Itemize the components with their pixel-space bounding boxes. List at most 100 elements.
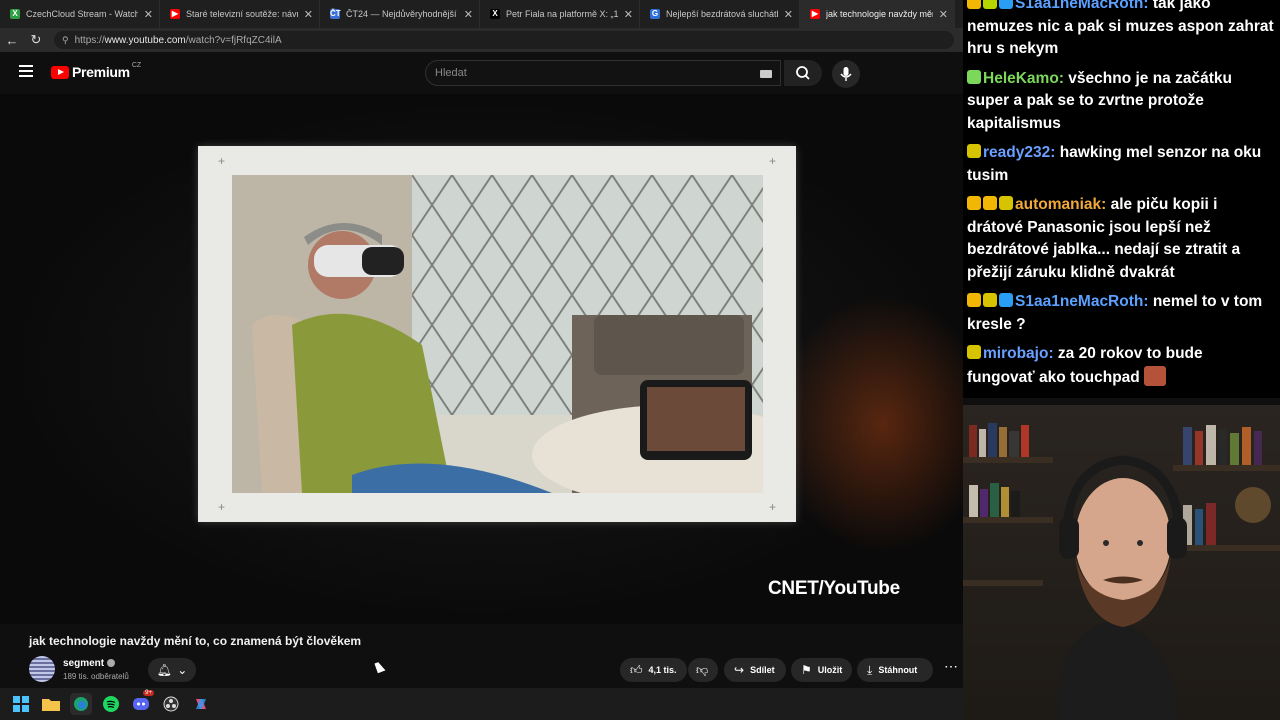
back-icon[interactable]: ← bbox=[0, 33, 24, 48]
chat-badge-icon bbox=[967, 345, 981, 359]
browser-tab-strip: X CzechCloud Stream - Watch Live o ✕ ▶ Staré… bbox=[0, 0, 963, 28]
edge-browser-icon[interactable] bbox=[70, 693, 92, 715]
menu-icon[interactable] bbox=[19, 65, 33, 77]
file-explorer-icon[interactable] bbox=[40, 693, 62, 715]
chat-badge-icon bbox=[983, 293, 997, 307]
notifications-button[interactable]: 🔔︎ ⌄ bbox=[148, 658, 196, 682]
tab-title: Nejlepší bezdrátová sluchátka 202 bbox=[666, 9, 778, 19]
chat-username[interactable]: automaniak bbox=[1015, 196, 1101, 213]
youtube-logo[interactable]: Premium CZ bbox=[51, 61, 142, 80]
youtube-header: Premium CZ Hledat bbox=[0, 52, 963, 94]
country-code: CZ bbox=[131, 61, 142, 69]
tab-close-icon[interactable]: ✕ bbox=[784, 8, 793, 21]
discord-icon[interactable]: 9+ bbox=[130, 690, 154, 715]
tab-favicon-icon: X bbox=[490, 9, 500, 19]
chat-message: ready232: hawking mel senzor na oku tusi… bbox=[967, 142, 1274, 187]
chat-username[interactable]: HeleKamo bbox=[983, 70, 1059, 87]
chat-separator: : bbox=[1058, 69, 1069, 87]
frame-plus-mark: + bbox=[768, 154, 776, 168]
dislike-button[interactable]: 👎︎ bbox=[688, 658, 718, 682]
share-label: Sdílet bbox=[750, 665, 775, 675]
browser-tab[interactable]: ▶ Staré televizní soutěže: návrat do r ✕ bbox=[160, 0, 320, 28]
more-actions-icon[interactable]: ⋯ bbox=[940, 658, 962, 682]
tab-title: ČT24 — Nejdůvěryhodnější zpravo bbox=[346, 9, 458, 19]
chat-badge-icon bbox=[999, 0, 1013, 9]
bell-icon: 🔔︎ bbox=[156, 663, 172, 677]
url-prefix: https:// bbox=[74, 34, 105, 46]
bookmark-icon: ⚑ bbox=[801, 663, 812, 677]
chat-username[interactable]: ready232 bbox=[983, 144, 1050, 161]
chat-badges bbox=[967, 343, 983, 366]
frame-plus-mark: + bbox=[768, 500, 776, 514]
tab-title: CzechCloud Stream - Watch Live o bbox=[26, 9, 138, 19]
video-credit: CNET/YouTube bbox=[768, 578, 900, 599]
voice-search-button[interactable] bbox=[832, 60, 860, 88]
reload-icon[interactable]: ↻ bbox=[24, 32, 48, 48]
chat-message: HeleKamo: všechno je na začátku super a … bbox=[967, 68, 1274, 136]
search-button[interactable] bbox=[784, 60, 822, 86]
tab-close-icon[interactable]: ✕ bbox=[464, 8, 473, 21]
chat-badge-icon bbox=[967, 293, 981, 307]
url-path: /watch?v=fjRfqZC4ilA bbox=[185, 34, 282, 46]
share-icon: ↪ bbox=[734, 663, 745, 677]
chat-separator: : bbox=[1143, 293, 1153, 310]
obs-icon[interactable] bbox=[160, 693, 182, 715]
browser-tab[interactable]: X CzechCloud Stream - Watch Live o ✕ bbox=[0, 0, 160, 28]
chevron-down-icon: ⌄ bbox=[177, 663, 188, 677]
channel-avatar[interactable] bbox=[29, 656, 55, 682]
thumbs-down-icon: 👎︎ bbox=[696, 662, 709, 677]
site-info-icon[interactable]: ⚲ bbox=[62, 35, 69, 46]
stream-chat-panel: S1aa1neMacRoth: tak jako nemuzes nic a p… bbox=[963, 0, 1280, 398]
chat-separator: : bbox=[1101, 196, 1111, 213]
browser-tab[interactable]: ČT ČT24 — Nejdůvěryhodnější zpravo ✕ bbox=[320, 0, 480, 28]
tab-favicon-icon: ▶ bbox=[810, 9, 820, 19]
channel-name[interactable]: segment bbox=[63, 658, 116, 669]
tab-close-icon[interactable]: ✕ bbox=[304, 8, 313, 21]
chat-username[interactable]: S1aa1neMacRoth bbox=[1015, 293, 1143, 310]
chat-message: mirobajo: za 20 rokov to bude fungovať a… bbox=[967, 343, 1274, 389]
like-button[interactable]: 👍︎ 4,1 tis. bbox=[620, 658, 687, 682]
tab-close-icon[interactable]: ✕ bbox=[939, 8, 948, 21]
tab-close-icon[interactable]: ✕ bbox=[624, 8, 633, 21]
tab-favicon-icon: ▶ bbox=[170, 9, 180, 19]
chat-separator: : bbox=[1050, 144, 1060, 161]
chat-username[interactable]: mirobajo bbox=[983, 345, 1048, 362]
like-count: 4,1 tis. bbox=[648, 665, 677, 675]
frame-plus-mark: + bbox=[218, 154, 226, 168]
os-taskbar: 9+ bbox=[0, 688, 963, 720]
tab-favicon-icon: ČT bbox=[330, 9, 341, 19]
search-placeholder: Hledat bbox=[435, 67, 467, 79]
channel-name-text: segment bbox=[63, 658, 105, 669]
chat-badge-icon bbox=[967, 0, 981, 9]
spotify-icon[interactable] bbox=[100, 693, 122, 715]
chat-message: S1aa1neMacRoth: tak jako nemuzes nic a p… bbox=[967, 0, 1274, 61]
chat-badge-icon bbox=[967, 144, 981, 158]
search-input[interactable]: Hledat bbox=[425, 60, 781, 86]
browser-tab[interactable]: ▶ jak technologie navždy mění t ✕ bbox=[800, 0, 955, 28]
address-bar-row: ← ↻ ⚲ https://www.youtube.com/watch?v=fj… bbox=[0, 28, 963, 52]
chat-badge-icon bbox=[999, 196, 1013, 210]
channel-subscribers: 189 tis. odběratelů bbox=[63, 672, 129, 681]
tab-close-icon[interactable]: ✕ bbox=[144, 8, 153, 21]
chat-username[interactable]: S1aa1neMacRoth bbox=[1015, 0, 1143, 12]
save-button[interactable]: ⚑ Uložit bbox=[791, 658, 852, 682]
windows-start-icon[interactable] bbox=[10, 693, 32, 715]
chat-separator: : bbox=[1048, 345, 1058, 362]
share-button[interactable]: ↪ Sdílet bbox=[724, 658, 786, 682]
chat-message: S1aa1neMacRoth: nemel to v tom kresle ? bbox=[967, 291, 1274, 336]
browser-tab[interactable]: X Petr Fiala na platformě X: „100 dní ✕ bbox=[480, 0, 640, 28]
keyboard-icon[interactable] bbox=[760, 70, 772, 78]
chat-emote-icon bbox=[1143, 365, 1166, 386]
search-icon bbox=[796, 66, 810, 80]
chat-badges bbox=[967, 142, 983, 165]
browser-tab[interactable]: G Nejlepší bezdrátová sluchátka 202 ✕ bbox=[640, 0, 800, 28]
tab-favicon-icon: X bbox=[10, 9, 20, 19]
download-button[interactable]: ⤓ Stáhnout bbox=[857, 658, 933, 682]
chat-separator: : bbox=[1143, 0, 1153, 12]
chat-badges bbox=[967, 194, 1015, 217]
chat-badge-icon bbox=[983, 196, 997, 210]
video-player[interactable]: + + + + CNET/YouTube bbox=[0, 94, 963, 624]
url-field[interactable]: ⚲ https://www.youtube.com/watch?v=fjRfqZ… bbox=[54, 31, 954, 49]
video-frame-image bbox=[232, 175, 763, 493]
copilot-icon[interactable] bbox=[190, 693, 212, 715]
